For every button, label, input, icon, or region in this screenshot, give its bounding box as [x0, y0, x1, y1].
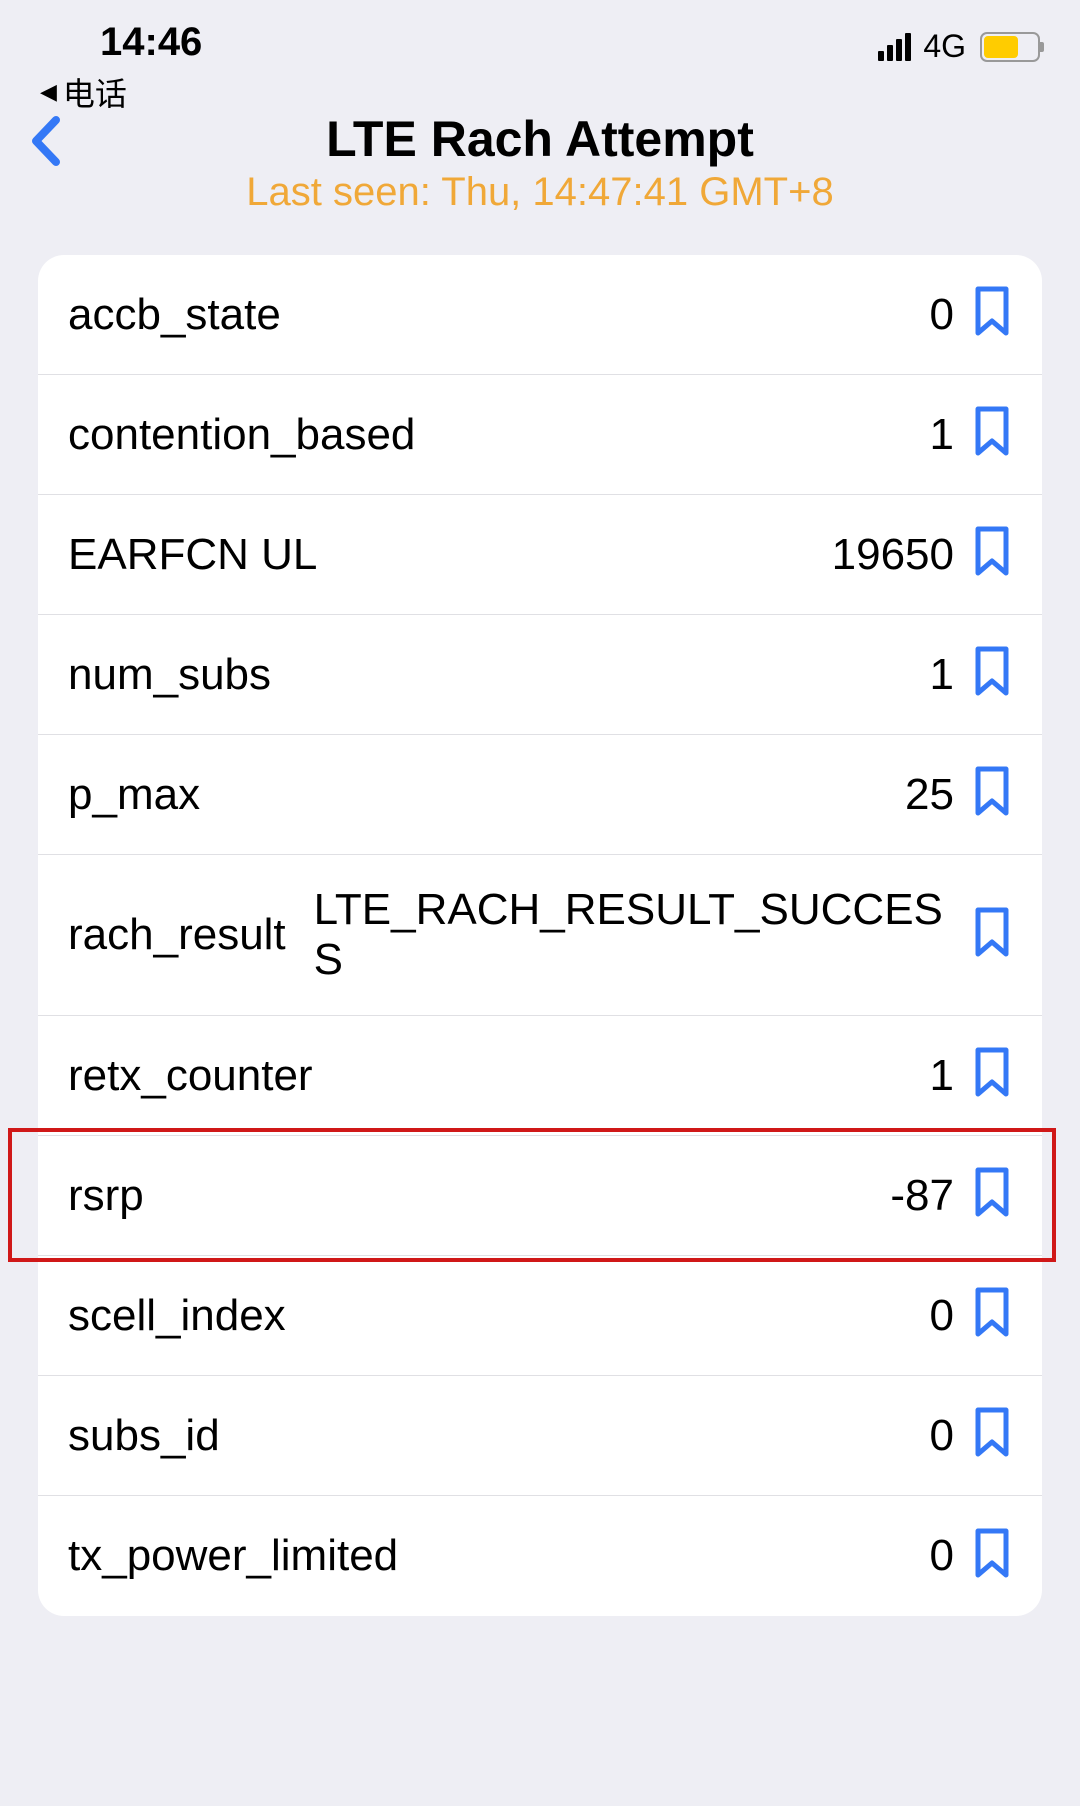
bookmark-icon — [972, 1527, 1012, 1581]
bookmark-button[interactable] — [972, 525, 1012, 584]
bookmark-icon — [972, 1046, 1012, 1100]
item-value: 0 — [238, 1411, 954, 1461]
bookmark-button[interactable] — [972, 1286, 1012, 1345]
list-item-accb-state[interactable]: accb_state 0 — [38, 255, 1042, 375]
list-item-subs-id[interactable]: subs_id 0 — [38, 1376, 1042, 1496]
item-label: contention_based — [68, 410, 398, 460]
item-label: rach_result — [68, 910, 286, 960]
network-type: 4G — [923, 28, 966, 65]
bookmark-icon — [972, 1286, 1012, 1340]
page-title: LTE Rach Attempt — [20, 110, 1060, 168]
list-item-tx-power-limited[interactable]: tx_power_limited 0 — [38, 1496, 1042, 1616]
item-label: p_max — [68, 770, 200, 820]
bookmark-button[interactable] — [972, 906, 1012, 965]
item-label: EARFCN UL — [68, 530, 317, 580]
item-value: -87 — [162, 1171, 954, 1221]
item-label: rsrp — [68, 1171, 144, 1221]
back-button[interactable] — [28, 114, 62, 173]
bookmark-icon — [972, 1406, 1012, 1460]
bookmark-button[interactable] — [972, 1406, 1012, 1465]
item-value: 0 — [416, 1531, 954, 1581]
item-label: retx_counter — [68, 1051, 313, 1101]
return-to-app[interactable]: ◀ 电话 — [40, 69, 202, 115]
list-item-scell-index[interactable]: scell_index 0 — [38, 1256, 1042, 1376]
status-left: 14:46 ◀ 电话 — [40, 20, 202, 115]
item-value: 1 — [289, 650, 954, 700]
list-item-rsrp[interactable]: rsrp -87 — [38, 1136, 1042, 1256]
list-item-p-max[interactable]: p_max 25 — [38, 735, 1042, 855]
bookmark-button[interactable] — [972, 1527, 1012, 1586]
list-item-num-subs[interactable]: num_subs 1 — [38, 615, 1042, 735]
bookmark-button[interactable] — [972, 1046, 1012, 1105]
bookmark-icon — [972, 906, 1012, 960]
battery-icon — [980, 32, 1040, 62]
bookmark-button[interactable] — [972, 645, 1012, 704]
data-card: accb_state 0 contention_based 1 EARFCN U… — [38, 255, 1042, 1616]
status-time: 14:46 — [40, 20, 202, 65]
page-header: LTE Rach Attempt Last seen: Thu, 14:47:4… — [0, 110, 1080, 255]
bookmark-button[interactable] — [972, 1166, 1012, 1225]
list-item-contention-based[interactable]: contention_based 1 — [38, 375, 1042, 495]
item-value: 1 — [331, 1051, 954, 1101]
list-item-retx-counter[interactable]: retx_counter 1 — [38, 1016, 1042, 1136]
item-label: tx_power_limited — [68, 1531, 398, 1581]
item-value: 0 — [299, 290, 954, 340]
item-value: 25 — [218, 770, 954, 820]
item-label: accb_state — [68, 290, 281, 340]
status-right: 4G — [878, 20, 1040, 65]
item-label: num_subs — [68, 650, 271, 700]
page-subtitle: Last seen: Thu, 14:47:41 GMT+8 — [20, 170, 1060, 215]
bookmark-icon — [972, 645, 1012, 699]
bookmark-icon — [972, 1166, 1012, 1220]
signal-strength-icon — [878, 33, 911, 61]
item-value: 19650 — [335, 530, 954, 580]
item-label: scell_index — [68, 1291, 286, 1341]
back-app-arrow-icon: ◀ — [40, 79, 57, 105]
bookmark-icon — [972, 285, 1012, 339]
bookmark-button[interactable] — [972, 765, 1012, 824]
bookmark-icon — [972, 405, 1012, 459]
list-item-earfcn-ul[interactable]: EARFCN UL 19650 — [38, 495, 1042, 615]
bookmark-icon — [972, 525, 1012, 579]
bookmark-button[interactable] — [972, 405, 1012, 464]
bookmark-button[interactable] — [972, 285, 1012, 344]
bookmark-icon — [972, 765, 1012, 819]
item-value: 0 — [304, 1291, 954, 1341]
status-bar: 14:46 ◀ 电话 4G — [0, 0, 1080, 110]
item-label: subs_id — [68, 1411, 220, 1461]
list-item-rach-result[interactable]: rach_result LTE_RACH_RESULT_SUCCESS — [38, 855, 1042, 1016]
item-value: LTE_RACH_RESULT_SUCCESS — [304, 885, 954, 985]
back-app-label: 电话 — [63, 69, 127, 115]
item-value: 1 — [416, 410, 954, 460]
chevron-left-icon — [28, 114, 62, 168]
